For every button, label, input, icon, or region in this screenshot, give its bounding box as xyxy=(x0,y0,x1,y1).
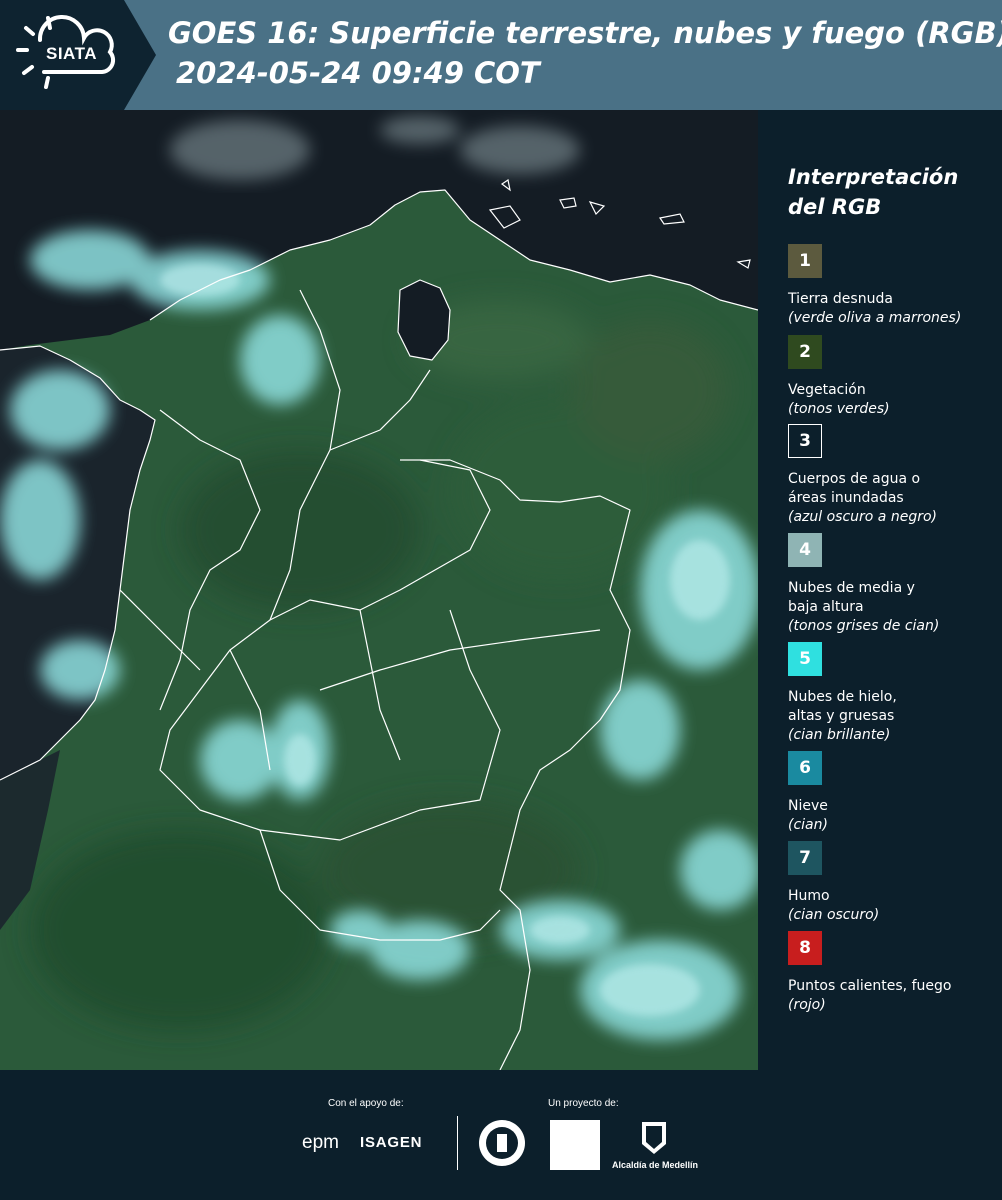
legend-item-label: Puntos calientes, fuego xyxy=(788,978,952,994)
alcaldia-logo xyxy=(642,1122,666,1154)
legend-item-label: Nubes de hielo, altas y gruesas xyxy=(788,689,897,724)
legend-item-label: Nubes de media y baja altura xyxy=(788,580,915,615)
epm-logo: epm xyxy=(302,1132,339,1153)
siata-logo: SIATA xyxy=(0,0,156,110)
legend-item-label: Nieve xyxy=(788,798,828,814)
page-timestamp: 2024-05-24 09:49 COT xyxy=(176,56,540,90)
header-bar: SIATA GOES 16: Superficie terrestre, nub… xyxy=(0,0,1002,110)
footer: Con el apoyo de: Un proyecto de: epm ISA… xyxy=(0,1070,1002,1200)
legend-item-label: Cuerpos de agua o áreas inundadas xyxy=(788,471,921,506)
legend-item-note: (azul oscuro a negro) xyxy=(788,509,937,525)
legend-item-label: Vegetación xyxy=(788,382,866,398)
legend-swatch: 2 xyxy=(788,335,822,369)
legend-swatch: 3 xyxy=(788,424,822,458)
legend-swatch: 8 xyxy=(788,931,822,965)
alcaldia-text: Alcaldía de Medellín xyxy=(612,1160,699,1170)
legend-item: 5 Nubes de hielo, altas y gruesas (cian … xyxy=(788,642,998,745)
legend-swatch: 7 xyxy=(788,841,822,875)
legend-item-note: (verde oliva a marrones) xyxy=(788,310,962,326)
area-metropolitana-logo xyxy=(550,1120,600,1170)
legend-item-note: (rojo) xyxy=(788,997,826,1013)
isagen-logo: ISAGEN xyxy=(360,1134,423,1151)
legend-item-note: (tonos verdes) xyxy=(788,401,890,417)
seal-logo xyxy=(479,1120,525,1166)
legend-item: 6 Nieve (cian) xyxy=(788,751,998,835)
legend-item: 8 Puntos calientes, fuego (rojo) xyxy=(788,931,998,1015)
legend-item-note: (cian oscuro) xyxy=(788,907,880,923)
legend-item: 7 Humo (cian oscuro) xyxy=(788,841,998,925)
legend-item-note: (tonos grises de cian) xyxy=(788,618,940,634)
legend-item: 3 Cuerpos de agua o áreas inundadas (azu… xyxy=(788,424,998,527)
legend-panel: Interpretación del RGB 1 Tierra desnuda … xyxy=(758,110,1002,1070)
legend-item-label: Humo xyxy=(788,888,830,904)
legend-item-note: (cian) xyxy=(788,817,828,833)
legend-swatch: 1 xyxy=(788,244,822,278)
support-label: Con el apoyo de: xyxy=(328,1098,404,1109)
legend-item: 1 Tierra desnuda (verde oliva a marrones… xyxy=(788,244,998,328)
page-title: GOES 16: Superficie terrestre, nubes y f… xyxy=(168,16,1002,50)
legend-item: 2 Vegetación (tonos verdes) xyxy=(788,335,998,419)
project-label: Un proyecto de: xyxy=(548,1098,619,1109)
footer-divider xyxy=(457,1116,458,1170)
legend-swatch: 5 xyxy=(788,642,822,676)
legend-title: Interpretación del RGB xyxy=(788,165,959,219)
siata-logo-text: SIATA xyxy=(46,44,97,63)
legend-swatch: 4 xyxy=(788,533,822,567)
legend-item-label: Tierra desnuda xyxy=(788,291,893,307)
legend-item: 4 Nubes de media y baja altura (tonos gr… xyxy=(788,533,998,636)
legend-swatch: 6 xyxy=(788,751,822,785)
satellite-map-image xyxy=(0,110,758,1070)
satellite-map[interactable] xyxy=(0,110,758,1070)
legend-item-note: (cian brillante) xyxy=(788,727,891,743)
